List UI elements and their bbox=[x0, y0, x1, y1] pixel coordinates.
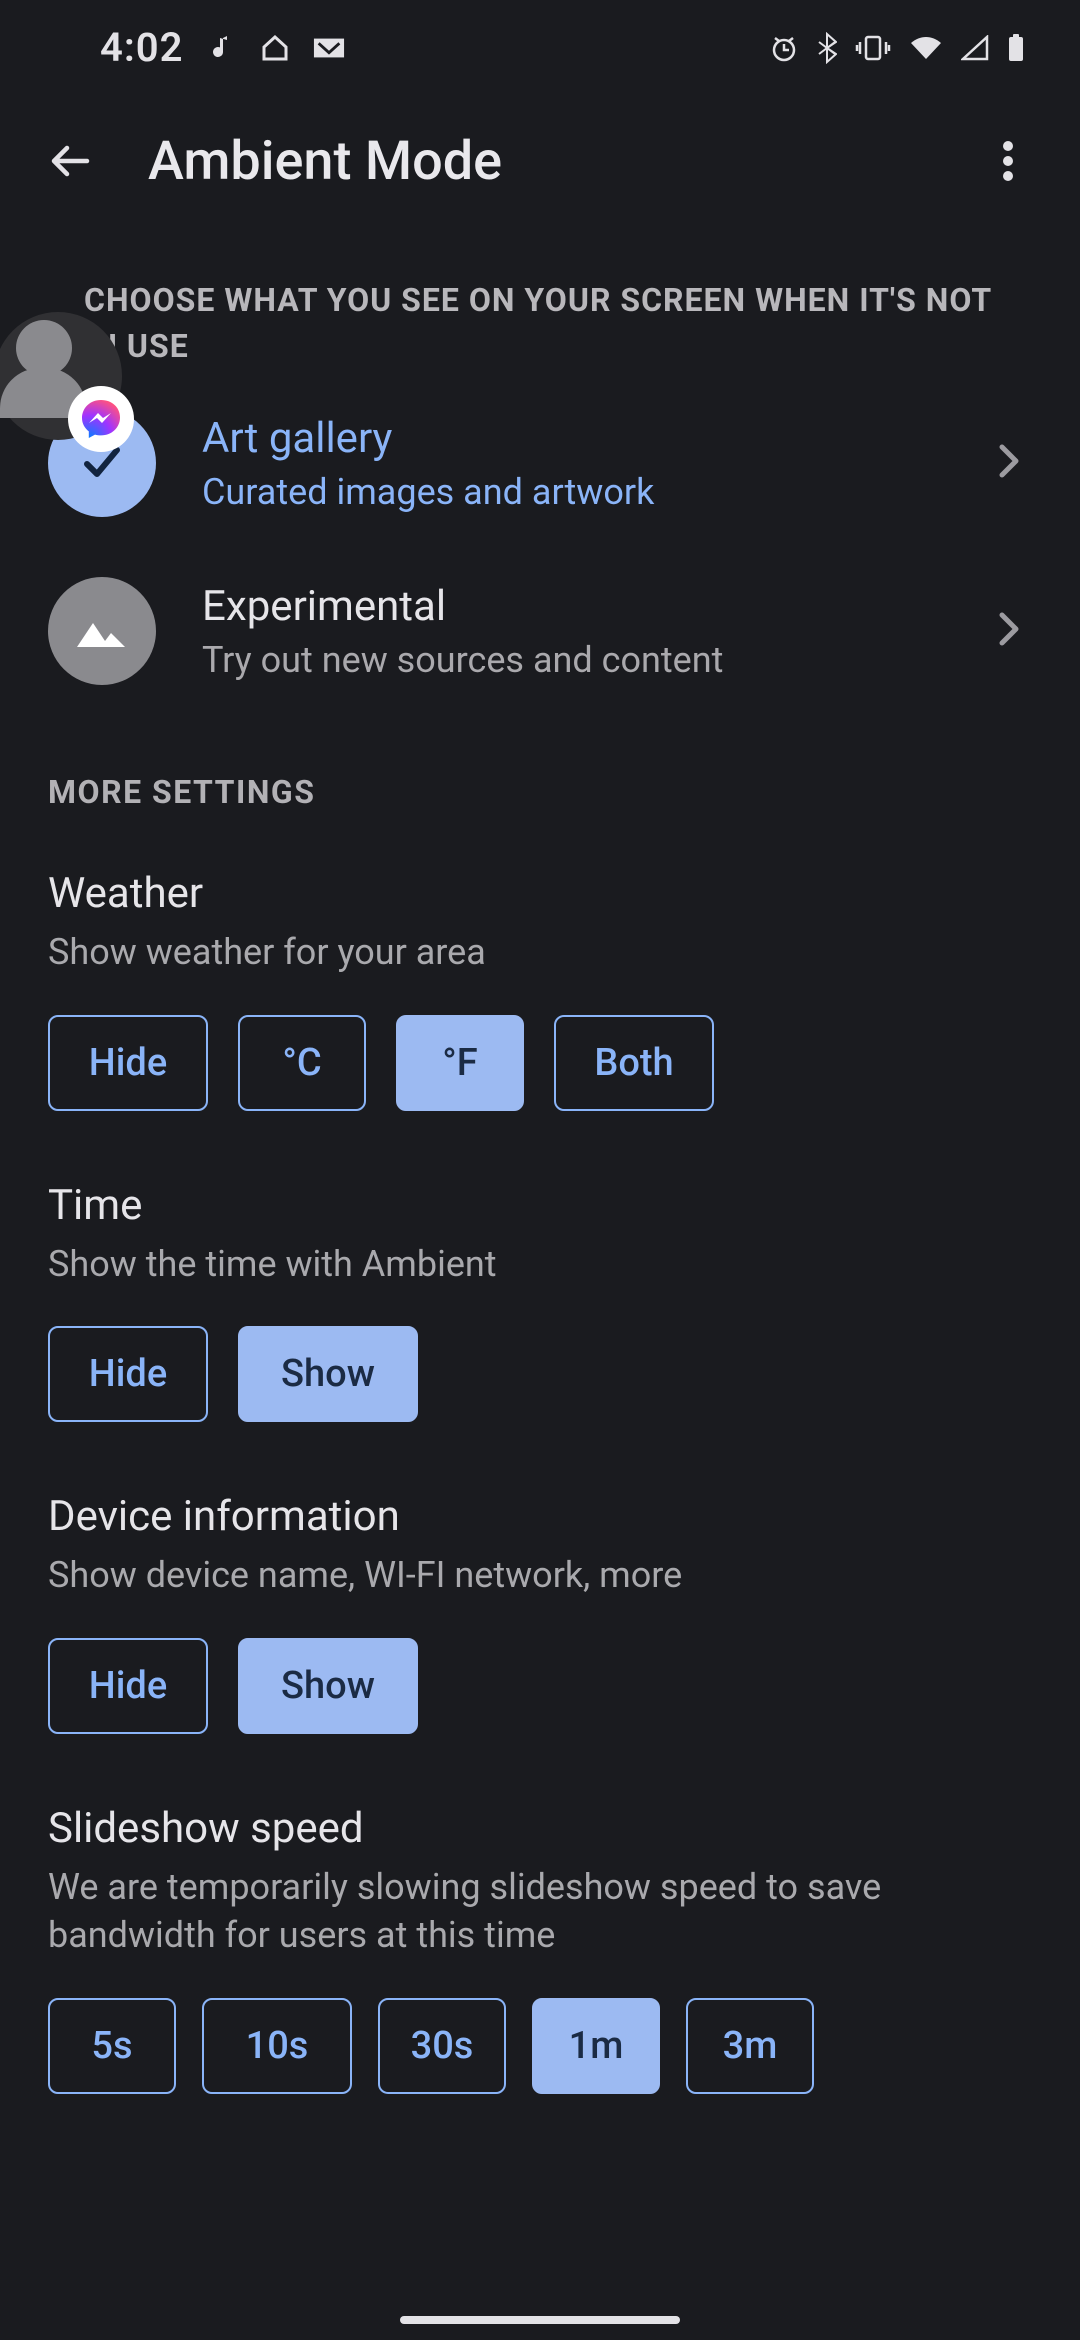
setting-subtitle: Show device name, WI-FI network, more bbox=[48, 1551, 1032, 1600]
setting-subtitle: Show the time with Ambient bbox=[48, 1240, 1032, 1289]
mode-subtitle: Curated images and artwork bbox=[202, 471, 950, 513]
device-info-option-hide[interactable]: Hide bbox=[48, 1638, 208, 1734]
mode-title: Art gallery bbox=[202, 414, 950, 463]
wifi-icon bbox=[909, 35, 943, 61]
vibrate-icon bbox=[855, 34, 891, 62]
music-note-icon bbox=[205, 32, 237, 64]
content: CHOOSE WHAT YOU SEE ON YOUR SCREEN WHEN … bbox=[0, 227, 1080, 2094]
device-info-options: Hide Show bbox=[48, 1638, 1032, 1734]
status-system-icons bbox=[769, 32, 1025, 64]
mode-subtitle: Try out new sources and content bbox=[202, 639, 950, 681]
mode-row-experimental[interactable]: Experimental Try out new sources and con… bbox=[48, 547, 1032, 715]
mode-texts: Art gallery Curated images and artwork bbox=[202, 414, 950, 513]
navigation-handle[interactable] bbox=[400, 2316, 680, 2324]
overflow-menu-button[interactable] bbox=[980, 133, 1036, 189]
messenger-badge bbox=[68, 386, 134, 452]
alarm-icon bbox=[769, 33, 799, 63]
screenshot-icon bbox=[313, 32, 345, 64]
slideshow-option-5s[interactable]: 5s bbox=[48, 1998, 176, 2094]
mode-texts: Experimental Try out new sources and con… bbox=[202, 582, 950, 681]
battery-icon bbox=[1007, 33, 1025, 63]
mountains-icon bbox=[73, 611, 131, 651]
setting-title: Slideshow speed bbox=[48, 1804, 1032, 1853]
status-bar: 4:02 bbox=[0, 0, 1080, 95]
setting-title: Weather bbox=[48, 869, 1032, 918]
bluetooth-icon bbox=[817, 32, 837, 64]
time-option-show[interactable]: Show bbox=[238, 1326, 418, 1422]
chevron-right-icon bbox=[996, 441, 1032, 485]
setting-time: Time Show the time with Ambient Hide Sho… bbox=[48, 1111, 1032, 1423]
mode-row-art-gallery[interactable]: Art gallery Curated images and artwork bbox=[48, 379, 1032, 547]
status-left: 4:02 bbox=[100, 24, 345, 71]
setting-subtitle: Show weather for your area bbox=[48, 928, 1032, 977]
slideshow-option-30s[interactable]: 30s bbox=[378, 1998, 506, 2094]
weather-option-fahrenheit[interactable]: °F bbox=[396, 1015, 524, 1111]
slideshow-options: 5s 10s 30s 1m 3m bbox=[48, 1998, 1032, 2094]
setting-slideshow-speed: Slideshow speed We are temporarily slowi… bbox=[48, 1734, 1032, 2094]
status-notification-icons bbox=[205, 32, 345, 64]
section-description: CHOOSE WHAT YOU SEE ON YOUR SCREEN WHEN … bbox=[48, 227, 1032, 379]
section-header-more-settings: MORE SETTINGS bbox=[48, 715, 1032, 851]
page-title: Ambient Mode bbox=[148, 130, 502, 193]
home-icon bbox=[259, 32, 291, 64]
status-clock: 4:02 bbox=[100, 24, 183, 71]
weather-option-celsius[interactable]: °C bbox=[238, 1015, 366, 1111]
setting-title: Device information bbox=[48, 1492, 1032, 1541]
app-bar: Ambient Mode bbox=[0, 95, 1080, 227]
weather-option-both[interactable]: Both bbox=[554, 1015, 714, 1111]
back-button[interactable] bbox=[36, 127, 104, 195]
time-options: Hide Show bbox=[48, 1326, 1032, 1422]
weather-options: Hide °C °F Both bbox=[48, 1015, 1032, 1111]
mode-title: Experimental bbox=[202, 582, 950, 631]
messenger-icon bbox=[78, 396, 124, 442]
setting-weather: Weather Show weather for your area Hide … bbox=[48, 851, 1032, 1111]
slideshow-option-3m[interactable]: 3m bbox=[686, 1998, 814, 2094]
setting-device-information: Device information Show device name, WI-… bbox=[48, 1422, 1032, 1734]
chevron-right-icon bbox=[996, 609, 1032, 653]
chat-head-bubble[interactable] bbox=[0, 312, 134, 452]
setting-title: Time bbox=[48, 1181, 1032, 1230]
arrow-left-icon bbox=[45, 136, 95, 186]
device-info-option-show[interactable]: Show bbox=[238, 1638, 418, 1734]
setting-subtitle: We are temporarily slowing slideshow spe… bbox=[48, 1863, 1032, 1960]
mode-avatar bbox=[48, 577, 156, 685]
time-option-hide[interactable]: Hide bbox=[48, 1326, 208, 1422]
more-vert-icon bbox=[1003, 141, 1013, 181]
slideshow-option-10s[interactable]: 10s bbox=[202, 1998, 352, 2094]
slideshow-option-1m[interactable]: 1m bbox=[532, 1998, 660, 2094]
cell-signal-icon bbox=[961, 35, 989, 61]
weather-option-hide[interactable]: Hide bbox=[48, 1015, 208, 1111]
